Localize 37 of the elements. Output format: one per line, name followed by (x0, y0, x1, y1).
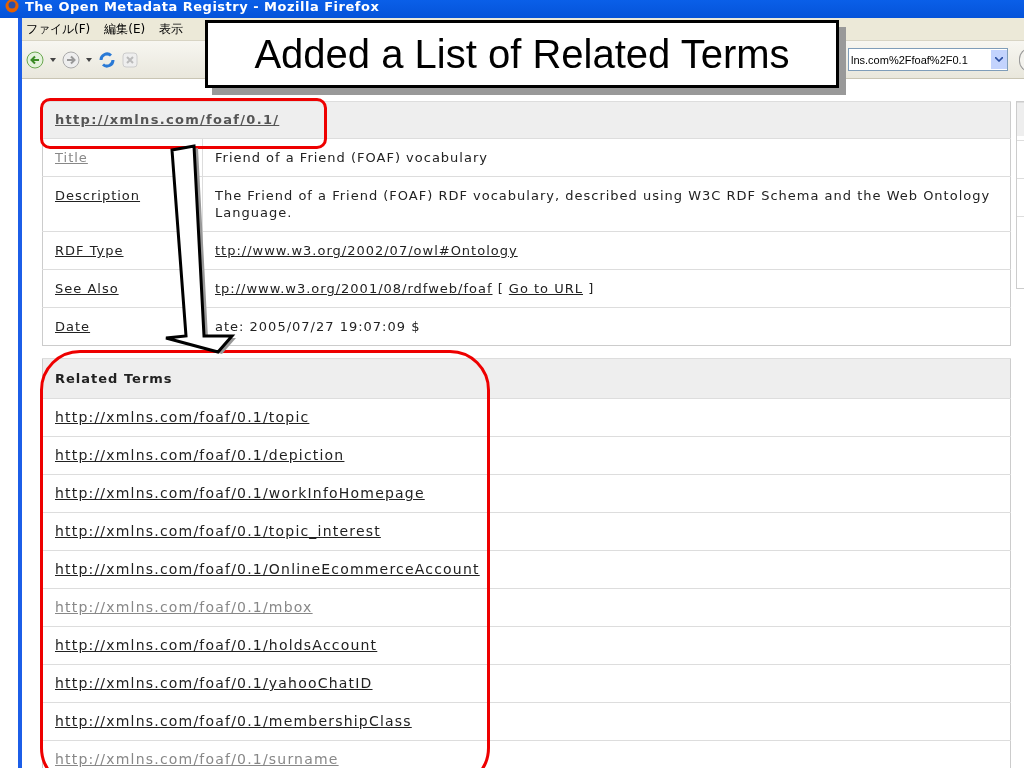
field-label[interactable]: See Also (55, 281, 119, 296)
term-link[interactable]: http://xmlns.com/foaf/0.1/OnlineEcommerceAccount (55, 561, 480, 577)
back-icon[interactable] (26, 50, 44, 69)
term-link[interactable]: http://xmlns.com/foaf/0.1/topic_interest (55, 523, 381, 539)
field-value: ] (588, 281, 595, 296)
app-icon (5, 0, 19, 13)
menu-item[interactable]: 表示 (159, 20, 184, 38)
link[interactable]: Go to URL (508, 281, 583, 296)
dropdown-icon[interactable] (995, 57, 1003, 62)
term-link[interactable]: http://xmlns.com/foaf/0.1/yahooChatID (55, 675, 373, 691)
term-link[interactable]: http://xmlns.com/foaf/0.1/workInfoHomepage (55, 485, 425, 501)
field-label[interactable]: Date (55, 319, 91, 334)
link[interactable]: tp://www.w3.org/2001/08/rdfweb/foaf (215, 281, 493, 296)
term-link[interactable]: http://xmlns.com/foaf/0.1/mbox (55, 599, 313, 615)
window-title: The Open Metadata Registry - Mozilla Firefox (25, 0, 380, 14)
reload-icon[interactable] (98, 50, 116, 69)
term-link[interactable]: http://xmlns.com/foaf/0.1/surname (55, 751, 339, 767)
field-label[interactable]: RDF Type (55, 243, 124, 258)
forward-icon[interactable] (62, 50, 80, 69)
menu-item[interactable]: 編集(E) (104, 20, 146, 38)
field-label[interactable]: Title (55, 150, 88, 165)
term-link[interactable]: http://xmlns.com/foaf/0.1/topic (55, 409, 310, 425)
address-field[interactable]: lns.com%2Ffoaf%2F0.1 (848, 48, 1008, 71)
field-value: Friend of a Friend (FOAF) vocabulary (215, 150, 488, 165)
caret-icon[interactable] (86, 57, 92, 62)
field-label[interactable]: Description (55, 188, 141, 203)
field-value: ate: 2005/07/27 19:07:09 $ (215, 319, 421, 334)
table-heading: Related Terms (55, 371, 173, 386)
term-link[interactable]: http://xmlns.com/foaf/0.1/membershipClass (55, 713, 412, 729)
term-link[interactable]: http://xmlns.com/foaf/0.1/depiction (55, 447, 345, 463)
term-link[interactable]: http://xmlns.com/foaf/0.1/holdsAccount (55, 637, 378, 653)
menu-item[interactable]: ファイル(F) (26, 20, 91, 38)
link[interactable]: ttp://www.w3.org/2002/07/owl#Ontology (215, 243, 518, 258)
record-link[interactable]: http://xmlns.com/foaf/0.1/ (55, 112, 280, 127)
field-value: [ (497, 281, 504, 296)
caret-icon[interactable] (50, 57, 56, 62)
field-value: The Friend of a Friend (FOAF) RDF vocabulary, described using W3C RDF Schema and the Web Ontology Language. (215, 188, 991, 220)
